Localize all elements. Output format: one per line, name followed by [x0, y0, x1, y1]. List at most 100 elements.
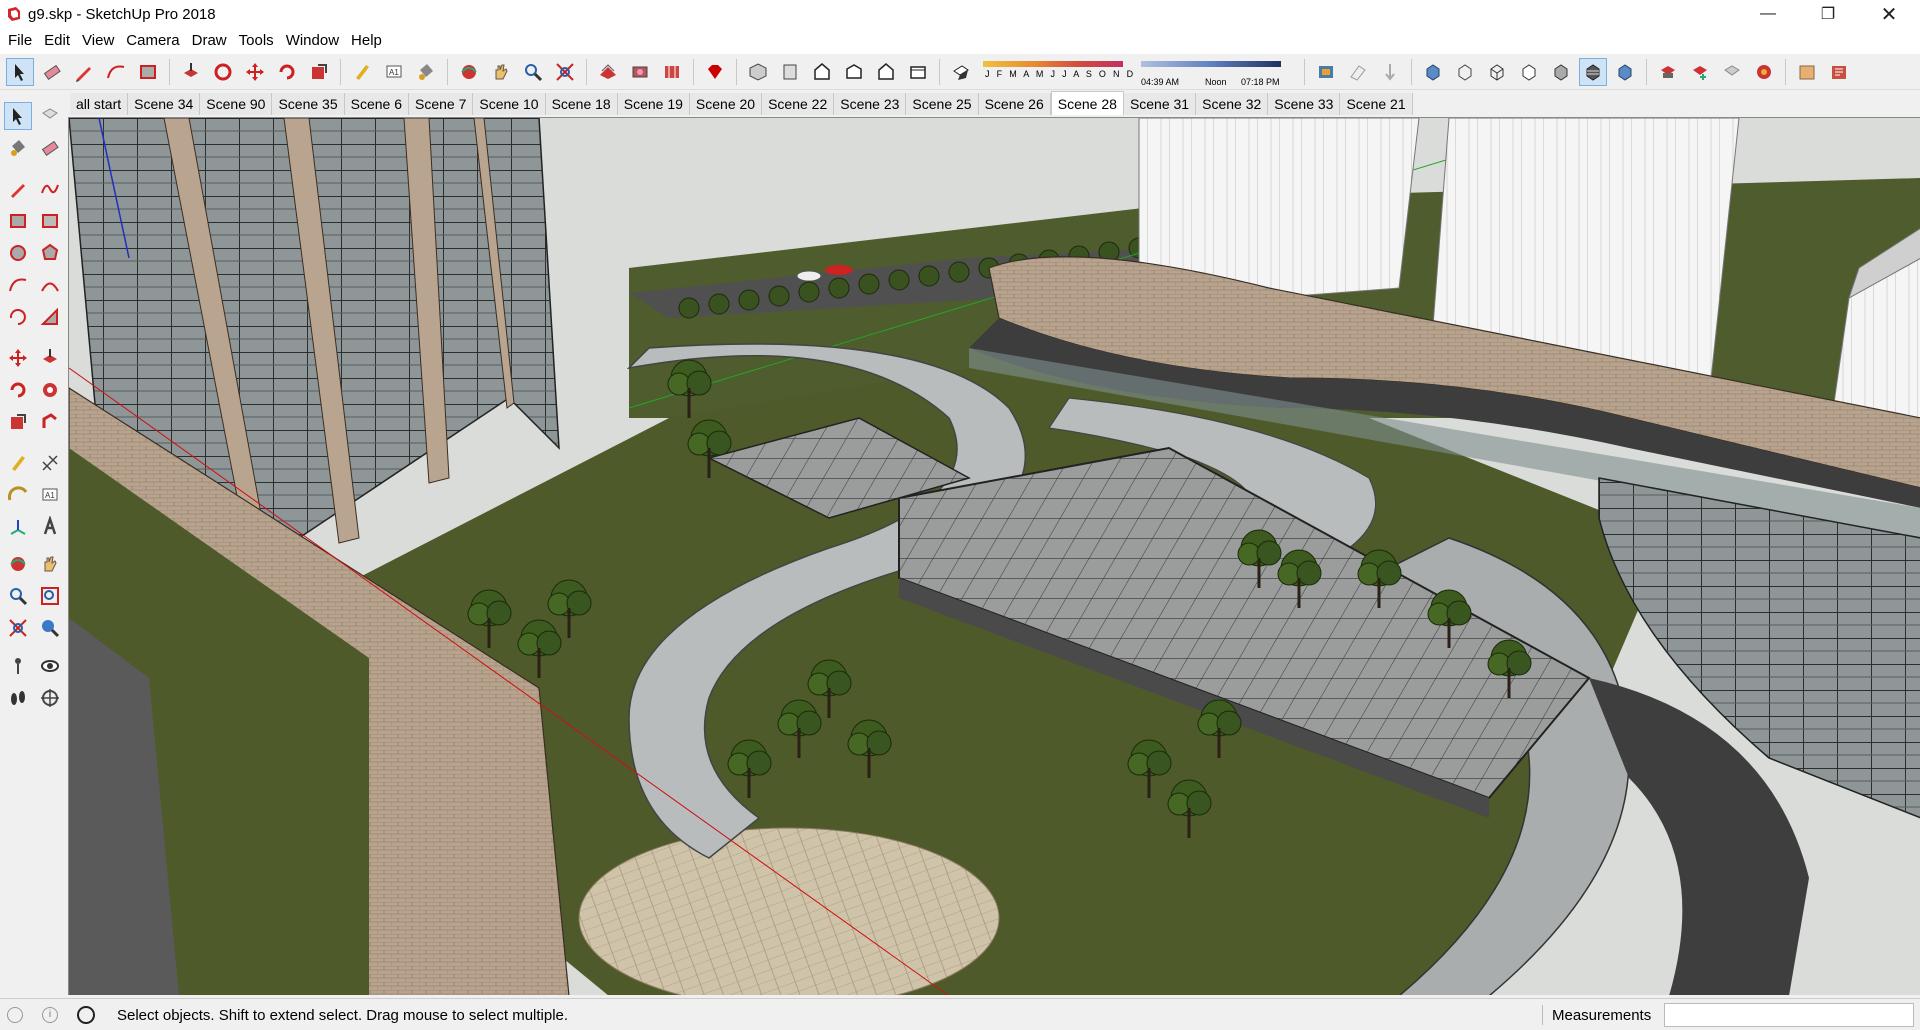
line-tool-icon[interactable] [4, 175, 32, 203]
menu-tools[interactable]: Tools [233, 28, 280, 54]
position-camera-icon[interactable] [4, 652, 32, 680]
scene-tab-7[interactable]: Scene 7 [409, 93, 474, 115]
scene-tab-32[interactable]: Scene 32 [1196, 93, 1269, 115]
three-point-arc-icon[interactable] [4, 303, 32, 331]
top-view-icon[interactable] [776, 58, 804, 86]
select-tool-icon[interactable] [4, 102, 32, 130]
scene-tab-21[interactable]: Scene 21 [1340, 93, 1413, 115]
wireframe-style-icon[interactable] [1483, 58, 1511, 86]
rotate-icon[interactable] [4, 376, 32, 404]
shadow-slider[interactable]: J F M A M J J A S O N D 04:39 AM Noon 07… [983, 57, 1293, 87]
hidden-line-style-icon[interactable] [1515, 58, 1543, 86]
rectangle-icon[interactable] [134, 58, 162, 86]
eraser-icon[interactable] [38, 58, 66, 86]
component-icon[interactable] [1654, 58, 1682, 86]
pan-icon[interactable] [36, 550, 64, 578]
previous-view-icon[interactable] [36, 614, 64, 642]
display-section-icon[interactable] [1344, 58, 1372, 86]
minimize-icon[interactable]: — [1745, 0, 1791, 28]
measurements-input[interactable] [1664, 1003, 1914, 1027]
iso-view-icon[interactable] [744, 58, 772, 86]
menu-window[interactable]: Window [280, 28, 345, 54]
arc-icon[interactable] [102, 58, 130, 86]
freehand-icon[interactable] [36, 175, 64, 203]
scene-tab-26[interactable]: Scene 26 [978, 93, 1051, 115]
zoom-icon[interactable] [519, 58, 547, 86]
right-view-icon[interactable] [840, 58, 868, 86]
model-viewport[interactable] [68, 117, 1920, 995]
menu-file[interactable]: File [2, 28, 38, 54]
two-point-arc-icon[interactable] [36, 271, 64, 299]
scene-tab-28[interactable]: Scene 28 [1050, 91, 1124, 115]
solid-tools-icon[interactable] [1750, 58, 1778, 86]
orbit-icon[interactable] [4, 550, 32, 578]
dimension-icon[interactable] [36, 449, 64, 477]
section-plane-icon[interactable] [1312, 58, 1340, 86]
axes-icon[interactable] [4, 513, 32, 541]
pencil-line-icon[interactable] [70, 58, 98, 86]
zoom-icon[interactable] [4, 582, 32, 610]
close-icon[interactable]: ✕ [1866, 0, 1912, 28]
push-pull-icon[interactable] [36, 344, 64, 372]
move-icon[interactable] [241, 58, 269, 86]
protractor-icon[interactable] [4, 481, 32, 509]
extension-warehouse-icon[interactable] [658, 58, 686, 86]
text-tool-icon[interactable]: A1 [36, 481, 64, 509]
section-plane-icon[interactable] [36, 684, 64, 712]
scene-tab-23[interactable]: Scene 23 [834, 93, 907, 115]
scene-tab-22[interactable]: Scene 22 [762, 93, 835, 115]
scene-tab-10[interactable]: Scene 10 [473, 93, 546, 115]
restore-icon[interactable]: ❐ [1805, 0, 1851, 28]
paint-bucket-icon[interactable] [4, 134, 32, 162]
scene-tab-all-start[interactable]: all start [70, 93, 129, 115]
back-view-icon[interactable] [872, 58, 900, 86]
zoom-extents-icon[interactable] [4, 614, 32, 642]
menu-draw[interactable]: Draw [186, 28, 233, 54]
left-view-icon[interactable] [904, 58, 932, 86]
paint-bucket-icon[interactable] [412, 58, 440, 86]
rectangle-icon[interactable] [4, 207, 32, 235]
pie-icon[interactable] [36, 303, 64, 331]
shaded-style-icon[interactable] [1547, 58, 1575, 86]
xray-style-icon[interactable] [1419, 58, 1447, 86]
walk-icon[interactable] [4, 684, 32, 712]
scene-tab-34[interactable]: Scene 34 [128, 93, 201, 115]
look-around-icon[interactable] [36, 652, 64, 680]
tape-measure-icon[interactable] [348, 58, 376, 86]
scene-tab-6[interactable]: Scene 6 [344, 93, 410, 115]
move-icon[interactable] [4, 344, 32, 372]
front-view-icon[interactable] [808, 58, 836, 86]
eraser-icon[interactable] [36, 134, 64, 162]
menu-edit[interactable]: Edit [38, 28, 76, 54]
menu-help[interactable]: Help [345, 28, 388, 54]
monochrome-style-icon[interactable] [1611, 58, 1639, 86]
scene-tab-90[interactable]: Scene 90 [200, 93, 273, 115]
time-slider-bar[interactable] [1141, 60, 1281, 67]
polygon-icon[interactable] [36, 239, 64, 267]
circle-icon[interactable] [4, 239, 32, 267]
scene-tab-35[interactable]: Scene 35 [272, 93, 345, 115]
scene-tab-33[interactable]: Scene 33 [1268, 93, 1341, 115]
pan-icon[interactable] [487, 58, 515, 86]
menu-camera[interactable]: Camera [120, 28, 185, 54]
zoom-window-icon[interactable] [36, 582, 64, 610]
date-slider-bar[interactable] [983, 60, 1123, 67]
make-component-icon[interactable] [1686, 58, 1714, 86]
zoom-extents-icon[interactable] [551, 58, 579, 86]
credits-icon[interactable]: i [42, 1007, 58, 1023]
scene-tab-25[interactable]: Scene 25 [906, 93, 979, 115]
back-edges-style-icon[interactable] [1451, 58, 1479, 86]
push-pull-icon[interactable] [177, 58, 205, 86]
style-builder-icon[interactable] [1825, 58, 1853, 86]
group-icon[interactable] [1718, 58, 1746, 86]
follow-me-icon[interactable] [36, 376, 64, 404]
scene-tab-20[interactable]: Scene 20 [689, 93, 763, 115]
menu-view[interactable]: View [76, 28, 120, 54]
scene-tab-19[interactable]: Scene 19 [617, 93, 690, 115]
geo-location-icon[interactable] [7, 1007, 23, 1023]
scene-tab-18[interactable]: Scene 18 [545, 93, 618, 115]
section-cut-icon[interactable] [1376, 58, 1404, 86]
rotated-rectangle-icon[interactable] [36, 207, 64, 235]
user-account-icon[interactable] [77, 1006, 95, 1024]
scene-tab-31[interactable]: Scene 31 [1123, 93, 1197, 115]
